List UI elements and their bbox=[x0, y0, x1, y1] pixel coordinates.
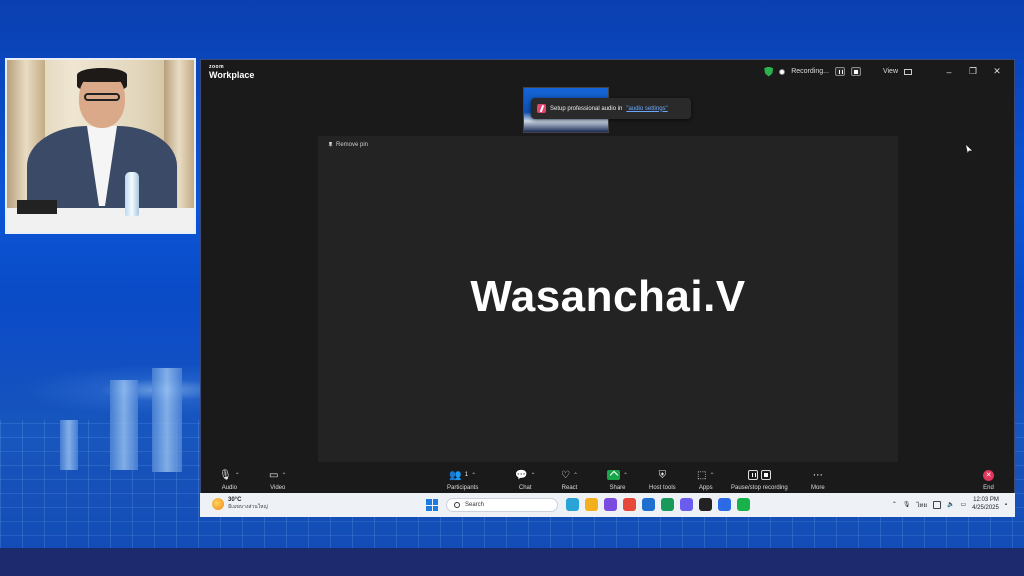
taskbar-app-icon[interactable] bbox=[680, 498, 693, 511]
taskbar-app-icon[interactable] bbox=[718, 498, 731, 511]
pause-icon bbox=[747, 470, 758, 480]
view-grid-icon[interactable] bbox=[904, 68, 912, 75]
video-camera-icon: ▭ bbox=[269, 469, 279, 481]
meeting-toolbar: 🎙 ⌃ Audio ▭ ⌃ Video 👥 1 ⌃ Participants 💬 ⌃ Ch… bbox=[201, 462, 1014, 496]
skyscraper bbox=[60, 420, 78, 470]
search-label: Search bbox=[465, 502, 485, 508]
shield-icon: ⛨ bbox=[658, 469, 667, 481]
camera-feed-inset bbox=[5, 58, 196, 234]
notification-icon[interactable]: ▪ bbox=[1005, 502, 1007, 508]
taskbar-app-icon[interactable] bbox=[642, 498, 655, 511]
brand-large: Workplace bbox=[209, 70, 255, 80]
search-icon bbox=[454, 502, 460, 508]
security-shield-icon[interactable] bbox=[764, 66, 774, 77]
stop-recording-button[interactable] bbox=[850, 67, 861, 76]
pinned-apps bbox=[566, 498, 750, 511]
language-indicator[interactable]: ไทย bbox=[917, 500, 928, 510]
microphone-icon bbox=[537, 104, 546, 113]
share-button[interactable]: ⌃ Share bbox=[607, 468, 628, 491]
chevron-up-icon[interactable]: ⌃ bbox=[892, 501, 897, 508]
time: 12:03 PM bbox=[973, 497, 999, 503]
end-button[interactable]: ✕ End bbox=[983, 468, 994, 491]
clock[interactable]: 12:03 PM 4/25/2025 bbox=[972, 497, 999, 513]
bottom-banner bbox=[0, 548, 1024, 576]
taskbar-app-icon[interactable] bbox=[661, 498, 674, 511]
display-icon[interactable] bbox=[933, 500, 941, 509]
view-button[interactable]: View bbox=[883, 68, 898, 75]
chevron-up-icon[interactable]: ⌃ bbox=[281, 472, 286, 479]
taskbar-app-icon[interactable] bbox=[699, 498, 712, 511]
chevron-up-icon[interactable]: ⌃ bbox=[709, 472, 714, 479]
windows-start-icon[interactable] bbox=[426, 499, 438, 511]
battery-icon[interactable]: ▭ bbox=[960, 501, 966, 508]
end-call-icon: ✕ bbox=[983, 469, 994, 481]
windows-taskbar: 30°C มีเมฆบางส่วนใหญ่ Search ⌃ 🎙 ไทย 🔈 ▭… bbox=[200, 493, 1015, 517]
taskbar-app-icon[interactable] bbox=[566, 498, 579, 511]
recording-label: Recording... bbox=[791, 68, 829, 75]
zoom-window: zoom Workplace Recording... View – ❐ ✕ S… bbox=[200, 59, 1015, 517]
react-button[interactable]: ♡ ⌃ React bbox=[561, 468, 578, 492]
toast-text: Setup professional audio in bbox=[550, 105, 623, 112]
more-icon: ⋯ bbox=[812, 469, 823, 481]
pause-stop-recording-button[interactable]: Pause/stop recording bbox=[731, 468, 788, 491]
close-icon[interactable]: ✕ bbox=[988, 66, 1006, 77]
audio-settings-notification: Setup professional audio in "audio setti… bbox=[531, 98, 691, 119]
taskbar-app-icon[interactable] bbox=[623, 498, 636, 511]
taskbar-app-icon[interactable] bbox=[585, 498, 598, 511]
chat-button[interactable]: 💬 ⌃ Chat bbox=[515, 468, 535, 492]
pin-icon bbox=[328, 142, 333, 148]
microphone-icon: 🎙 bbox=[219, 469, 232, 481]
skyscraper bbox=[152, 368, 182, 472]
participants-count: 1 bbox=[464, 472, 469, 478]
weather-sun-icon bbox=[212, 498, 224, 510]
apps-icon: ⬚ bbox=[697, 469, 707, 481]
weather-description: มีเมฆบางส่วนใหญ่ bbox=[228, 504, 268, 510]
audio-button[interactable]: 🎙 ⌃ Audio bbox=[219, 468, 240, 492]
mouse-cursor-icon bbox=[966, 145, 972, 153]
stop-icon bbox=[760, 470, 771, 480]
zoom-logo: zoom Workplace bbox=[209, 65, 254, 80]
pinned-video-stage[interactable]: Remove pin Wasanchai.V bbox=[318, 136, 898, 462]
weather-widget[interactable]: 30°C มีเมฆบางส่วนใหญ่ bbox=[212, 497, 268, 511]
minimize-icon[interactable]: – bbox=[940, 67, 958, 77]
chevron-up-icon[interactable]: ⌃ bbox=[623, 472, 628, 479]
taskbar-app-icon[interactable] bbox=[737, 498, 750, 511]
microphone-icon[interactable]: 🎙 bbox=[903, 501, 911, 508]
share-screen-icon bbox=[607, 470, 620, 480]
participants-icon: 👥 bbox=[449, 469, 462, 481]
speaker-icon[interactable]: 🔈 bbox=[947, 501, 954, 508]
title-bar-controls: Recording... View – ❐ ✕ bbox=[764, 66, 1006, 77]
recording-icon bbox=[779, 68, 786, 75]
host-tools-button[interactable]: ⛨ Host tools bbox=[649, 468, 676, 492]
pause-recording-button[interactable] bbox=[834, 67, 845, 76]
more-button[interactable]: ⋯ More bbox=[811, 468, 825, 492]
chat-icon: 💬 bbox=[515, 469, 528, 481]
participant-name: Wasanchai.V bbox=[470, 272, 746, 321]
chevron-up-icon[interactable]: ⌃ bbox=[471, 472, 476, 479]
system-tray: ⌃ 🎙 ไทย 🔈 ▭ 12:03 PM 4/25/2025 ▪ bbox=[892, 497, 1007, 513]
skyscraper bbox=[110, 380, 138, 470]
chevron-up-icon[interactable]: ⌃ bbox=[235, 472, 240, 479]
remove-pin-button[interactable]: Remove pin bbox=[328, 142, 368, 148]
video-button[interactable]: ▭ ⌃ Video bbox=[269, 468, 286, 492]
apps-button[interactable]: ⬚ ⌃ Apps bbox=[697, 468, 714, 492]
remove-pin-label: Remove pin bbox=[336, 142, 369, 148]
title-bar: zoom Workplace Recording... View – ❐ ✕ bbox=[201, 60, 1014, 86]
audio-settings-link[interactable]: "audio settings" bbox=[626, 106, 667, 112]
chevron-up-icon[interactable]: ⌃ bbox=[530, 472, 535, 479]
taskbar-app-icon[interactable] bbox=[604, 498, 617, 511]
restore-icon[interactable]: ❐ bbox=[964, 66, 982, 77]
heart-icon: ♡ bbox=[561, 469, 570, 481]
date: 4/25/2025 bbox=[972, 504, 999, 511]
participants-button[interactable]: 👥 1 ⌃ Participants bbox=[447, 468, 478, 492]
chevron-up-icon[interactable]: ⌃ bbox=[573, 472, 578, 479]
taskbar-search[interactable]: Search bbox=[446, 498, 558, 512]
